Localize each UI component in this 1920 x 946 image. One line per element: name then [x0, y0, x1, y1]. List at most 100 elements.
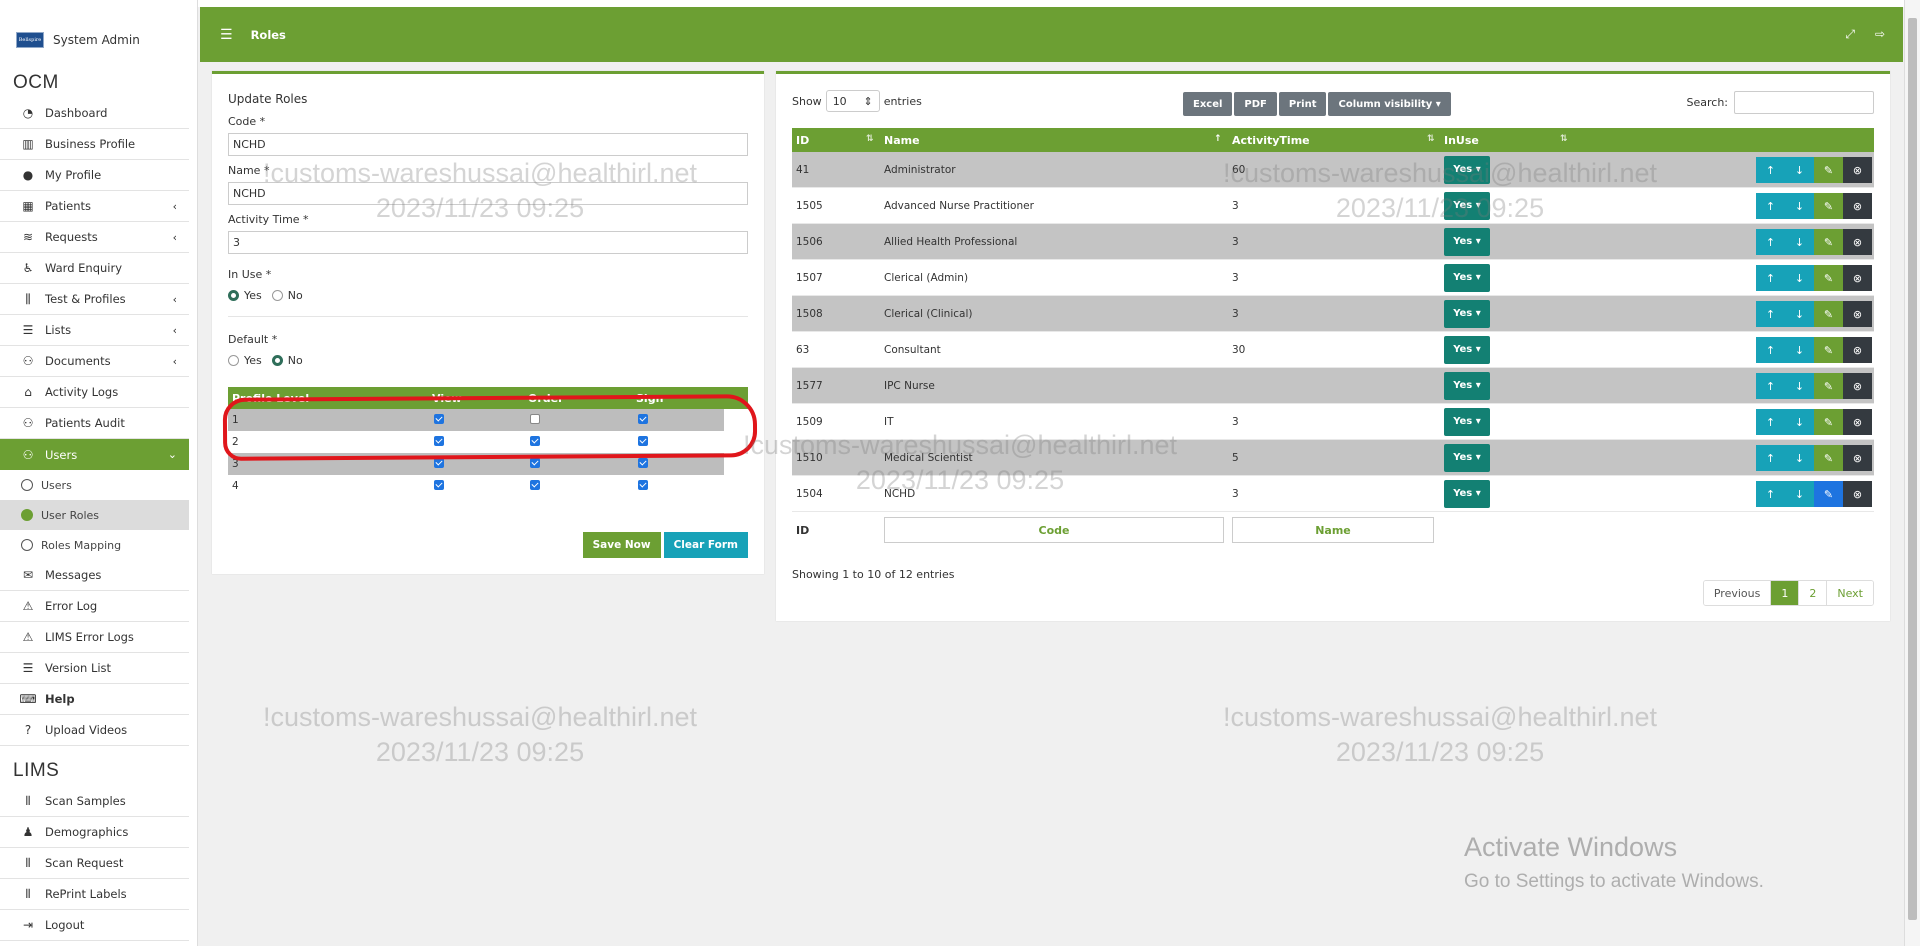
delete-icon[interactable]: ⊗ [1843, 157, 1872, 183]
in-use-yes-radio[interactable]: Yes [228, 289, 262, 302]
arrow-down-icon[interactable]: ↓ [1785, 193, 1814, 219]
page-1-button[interactable]: 1 [1771, 581, 1800, 605]
edit-icon[interactable]: ✎ [1814, 445, 1843, 471]
arrow-up-icon[interactable]: ↑ [1756, 193, 1785, 219]
arrow-down-icon[interactable]: ↓ [1785, 445, 1814, 471]
in-use-dropdown[interactable]: Yes ▾ [1444, 443, 1490, 472]
arrow-up-icon[interactable]: ↑ [1756, 445, 1785, 471]
sidebar-item-users[interactable]: ⚇ Users ⌄ [0, 439, 189, 470]
in-use-dropdown[interactable]: Yes ▾ [1444, 299, 1490, 328]
header-name[interactable]: Name [884, 134, 1232, 147]
order-checkbox[interactable] [530, 479, 540, 490]
delete-icon[interactable]: ⊗ [1843, 301, 1872, 327]
clear-form-button[interactable]: Clear Form [663, 532, 748, 558]
sign-checkbox[interactable] [638, 435, 648, 446]
sidebar-item-business-profile[interactable]: ▥ Business Profile [0, 129, 189, 160]
name-filter-input[interactable]: Name [1232, 517, 1434, 543]
edit-icon[interactable]: ✎ [1814, 193, 1843, 219]
sidebar-item-my-profile[interactable]: ● My Profile [0, 160, 189, 191]
order-checkbox[interactable] [530, 435, 540, 446]
sidebar-item-test-profiles[interactable]: ⫼ Test & Profiles ‹ [0, 284, 189, 315]
arrow-down-icon[interactable]: ↓ [1785, 481, 1814, 507]
arrow-down-icon[interactable]: ↓ [1785, 337, 1814, 363]
save-button[interactable]: Save Now [582, 532, 661, 558]
arrow-down-icon[interactable]: ↓ [1785, 373, 1814, 399]
in-use-dropdown[interactable]: Yes ▾ [1444, 155, 1490, 184]
view-checkbox[interactable] [434, 413, 444, 424]
delete-icon[interactable]: ⊗ [1843, 265, 1872, 291]
fullscreen-icon[interactable]: ⤢ [1845, 27, 1855, 42]
view-checkbox[interactable] [434, 479, 444, 490]
arrow-up-icon[interactable]: ↑ [1756, 409, 1785, 435]
arrow-up-icon[interactable]: ↑ [1756, 157, 1785, 183]
pdf-button[interactable]: PDF [1234, 92, 1277, 116]
hamburger-icon[interactable]: ☰ [220, 27, 233, 43]
arrow-up-icon[interactable]: ↑ [1756, 337, 1785, 363]
delete-icon[interactable]: ⊗ [1843, 409, 1872, 435]
sidebar-sub-user-roles[interactable]: User Roles [0, 500, 189, 530]
sidebar-item-scan-samples[interactable]: ⦀ Scan Samples [0, 786, 189, 817]
activity-time-input[interactable]: 3 [228, 231, 748, 254]
scrollbar-thumb[interactable] [1908, 18, 1917, 920]
edit-icon[interactable]: ✎ [1814, 373, 1843, 399]
edit-icon[interactable]: ✎ [1814, 157, 1843, 183]
arrow-up-icon[interactable]: ↑ [1756, 301, 1785, 327]
order-checkbox[interactable] [530, 413, 540, 424]
in-use-dropdown[interactable]: Yes ▾ [1444, 335, 1490, 364]
delete-icon[interactable]: ⊗ [1843, 481, 1872, 507]
default-no-radio[interactable]: No [271, 354, 303, 367]
sidebar-item-lists[interactable]: ☰ Lists ‹ [0, 315, 189, 346]
edit-icon[interactable]: ✎ [1814, 409, 1843, 435]
sidebar-item-requests[interactable]: ≋ Requests ‹ [0, 222, 189, 253]
arrow-down-icon[interactable]: ↓ [1785, 157, 1814, 183]
sidebar-item-messages[interactable]: ✉ Messages [0, 560, 189, 591]
view-checkbox[interactable] [434, 435, 444, 446]
delete-icon[interactable]: ⊗ [1843, 229, 1872, 255]
edit-icon[interactable]: ✎ [1814, 337, 1843, 363]
sidebar-item-logout[interactable]: ⇥ Logout [0, 910, 189, 941]
arrow-down-icon[interactable]: ↓ [1785, 409, 1814, 435]
sidebar-item-scan-request[interactable]: ⦀ Scan Request [0, 848, 189, 879]
edit-icon[interactable]: ✎ [1814, 481, 1843, 507]
next-page-button[interactable]: Next [1827, 581, 1873, 605]
delete-icon[interactable]: ⊗ [1843, 445, 1872, 471]
header-in-use[interactable]: InUse [1444, 134, 1604, 147]
edit-icon[interactable]: ✎ [1814, 229, 1843, 255]
sidebar-item-help[interactable]: ⌨ Help [0, 684, 189, 715]
arrow-up-icon[interactable]: ↑ [1756, 481, 1785, 507]
search-input[interactable] [1734, 91, 1874, 114]
delete-icon[interactable]: ⊗ [1843, 373, 1872, 399]
scrollbar[interactable] [1904, 0, 1920, 946]
sidebar-item-dashboard[interactable]: ◔ Dashboard [0, 98, 189, 129]
entries-select[interactable]: 10 ⇕ [825, 90, 880, 112]
sidebar-item-documents[interactable]: ⚇ Documents ‹ [0, 346, 189, 377]
arrow-up-icon[interactable]: ↑ [1756, 229, 1785, 255]
sidebar-sub-users[interactable]: Users [0, 470, 189, 500]
delete-icon[interactable]: ⊗ [1843, 337, 1872, 363]
sign-out-icon[interactable]: ⇨ [1875, 27, 1885, 42]
edit-icon[interactable]: ✎ [1814, 265, 1843, 291]
header-activity-time[interactable]: ActivityTime [1232, 134, 1444, 147]
arrow-down-icon[interactable]: ↓ [1785, 229, 1814, 255]
delete-icon[interactable]: ⊗ [1843, 193, 1872, 219]
order-checkbox[interactable] [530, 457, 540, 468]
arrow-down-icon[interactable]: ↓ [1785, 301, 1814, 327]
in-use-dropdown[interactable]: Yes ▾ [1444, 479, 1490, 508]
sidebar-item-reprint-labels[interactable]: ⦀ RePrint Labels [0, 879, 189, 910]
in-use-dropdown[interactable]: Yes ▾ [1444, 191, 1490, 220]
in-use-dropdown[interactable]: Yes ▾ [1444, 227, 1490, 256]
sidebar-item-patients[interactable]: ▦ Patients ‹ [0, 191, 189, 222]
in-use-no-radio[interactable]: No [271, 289, 303, 302]
previous-page-button[interactable]: Previous [1703, 581, 1772, 605]
sidebar-item-ward-enquiry[interactable]: ♿ Ward Enquiry [0, 253, 189, 284]
page-2-button[interactable]: 2 [1799, 581, 1828, 605]
column-visibility-button[interactable]: Column visibility ▾ [1328, 92, 1451, 116]
print-button[interactable]: Print [1278, 92, 1327, 116]
default-yes-radio[interactable]: Yes [228, 354, 262, 367]
sidebar-item-activity-logs[interactable]: ⌂ Activity Logs [0, 377, 189, 408]
sign-checkbox[interactable] [638, 457, 648, 468]
sidebar-item-lims-error-logs[interactable]: ⚠ LIMS Error Logs [0, 622, 189, 653]
in-use-dropdown[interactable]: Yes ▾ [1444, 263, 1490, 292]
sidebar-item-upload-videos[interactable]: ? Upload Videos [0, 715, 189, 746]
name-input[interactable]: NCHD [228, 182, 748, 205]
